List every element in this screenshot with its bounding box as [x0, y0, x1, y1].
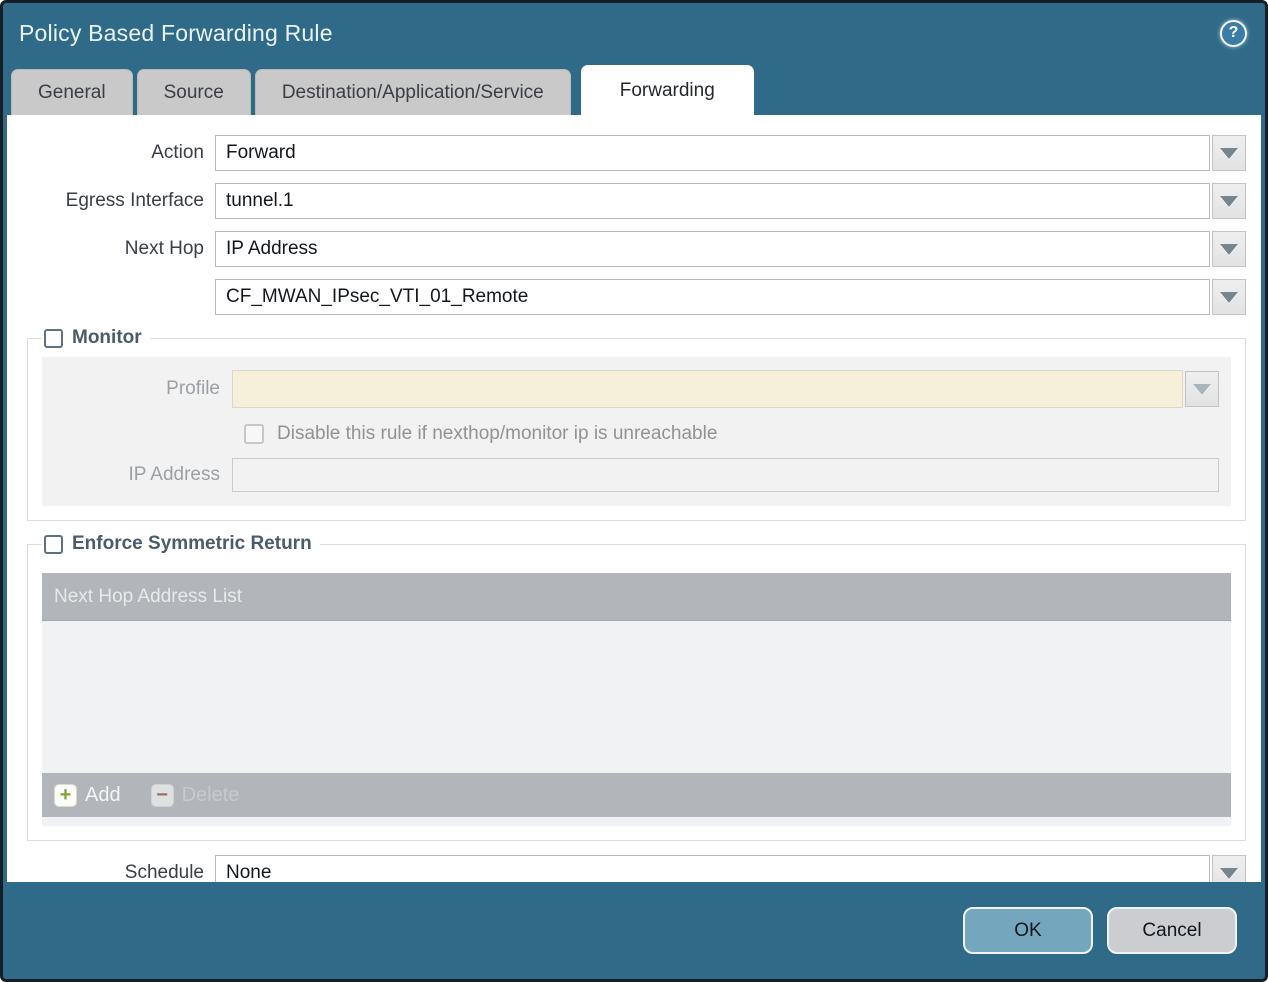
egress-interface-dropdown-button[interactable]: [1212, 183, 1246, 219]
profile-input: [232, 370, 1183, 408]
tab-source[interactable]: Source: [136, 69, 251, 115]
action-label: Action: [151, 142, 204, 163]
tab-forwarding[interactable]: Forwarding: [580, 65, 754, 115]
monitor-body: Profile Disable this rule if nexthop/mon…: [42, 357, 1231, 506]
enforce-symmetric-return-label: Enforce Symmetric Return: [72, 533, 312, 554]
chevron-down-icon: [1193, 383, 1211, 395]
table-toolbar: + Add − Delete: [42, 773, 1231, 817]
ok-button[interactable]: OK: [963, 907, 1093, 954]
monitor-ip-address-input: [232, 458, 1219, 492]
dialog-title: Policy Based Forwarding Rule: [19, 19, 333, 46]
disable-rule-checkbox: [244, 424, 264, 444]
table-body: [42, 621, 1231, 773]
dialog-footer: OK Cancel: [3, 882, 1265, 979]
tab-destination-application-service[interactable]: Destination/Application/Service: [254, 69, 571, 115]
action-dropdown-button[interactable]: [1212, 135, 1246, 171]
disable-rule-row: Disable this rule if nexthop/monitor ip …: [244, 423, 1219, 445]
enforce-symmetric-return-checkbox[interactable]: [44, 534, 63, 554]
delete-button-label: Delete: [181, 783, 240, 806]
next-hop-address-dropdown-button[interactable]: [1212, 279, 1246, 315]
profile-row: Profile: [54, 370, 1219, 408]
schedule-row: Schedule: [13, 855, 1246, 882]
table-header: Next Hop Address List: [42, 573, 1231, 621]
profile-dropdown-button: [1185, 371, 1219, 407]
monitor-ip-address-label: IP Address: [128, 464, 220, 485]
next-hop-address-list-table: Next Hop Address List + Add − Delete: [42, 573, 1231, 826]
chevron-down-icon: [1220, 147, 1238, 159]
disable-rule-label: Disable this rule if nexthop/monitor ip …: [277, 423, 718, 444]
tab-general[interactable]: General: [11, 69, 133, 115]
egress-interface-label: Egress Interface: [65, 190, 204, 211]
monitor-ip-address-row: IP Address: [54, 458, 1219, 492]
enforce-symmetric-return-legend: Enforce Symmetric Return: [42, 533, 320, 555]
cancel-button[interactable]: Cancel: [1107, 907, 1237, 954]
action-input[interactable]: [215, 135, 1210, 171]
tab-bar: General Source Destination/Application/S…: [3, 63, 1265, 115]
next-hop-row: Next Hop: [13, 231, 1246, 267]
delete-button: − Delete: [150, 783, 240, 807]
profile-label: Profile: [166, 378, 220, 399]
forwarding-tab-panel: Action Egress Interface Next Hop: [7, 115, 1261, 882]
table-header-label: Next Hop Address List: [54, 585, 242, 607]
next-hop-address-row: [13, 279, 1246, 315]
titlebar: Policy Based Forwarding Rule ?: [3, 3, 1265, 63]
chevron-down-icon: [1220, 195, 1238, 207]
monitor-legend: Monitor: [42, 327, 150, 349]
egress-interface-input[interactable]: [215, 183, 1210, 219]
schedule-dropdown-button[interactable]: [1212, 855, 1246, 882]
next-hop-address-input[interactable]: [215, 279, 1210, 315]
monitor-section: Monitor Profile Disable this rule if nex…: [27, 327, 1246, 521]
add-button[interactable]: + Add: [54, 783, 121, 807]
schedule-input[interactable]: [215, 855, 1210, 882]
monitor-legend-label: Monitor: [72, 327, 142, 348]
add-button-label: Add: [85, 783, 121, 806]
action-row: Action: [13, 135, 1246, 171]
chevron-down-icon: [1220, 243, 1238, 255]
policy-based-forwarding-dialog: Policy Based Forwarding Rule ? General S…: [0, 0, 1268, 982]
monitor-checkbox[interactable]: [44, 328, 63, 348]
enforce-symmetric-return-section: Enforce Symmetric Return Next Hop Addres…: [27, 533, 1246, 841]
schedule-label: Schedule: [124, 862, 204, 882]
chevron-down-icon: [1220, 867, 1238, 879]
egress-interface-row: Egress Interface: [13, 183, 1246, 219]
minus-icon: −: [150, 783, 174, 807]
help-icon[interactable]: ?: [1220, 19, 1247, 47]
next-hop-label: Next Hop: [124, 238, 204, 259]
next-hop-type-input[interactable]: [215, 231, 1210, 267]
plus-icon: +: [54, 783, 77, 807]
chevron-down-icon: [1220, 291, 1238, 303]
next-hop-dropdown-button[interactable]: [1212, 231, 1246, 267]
